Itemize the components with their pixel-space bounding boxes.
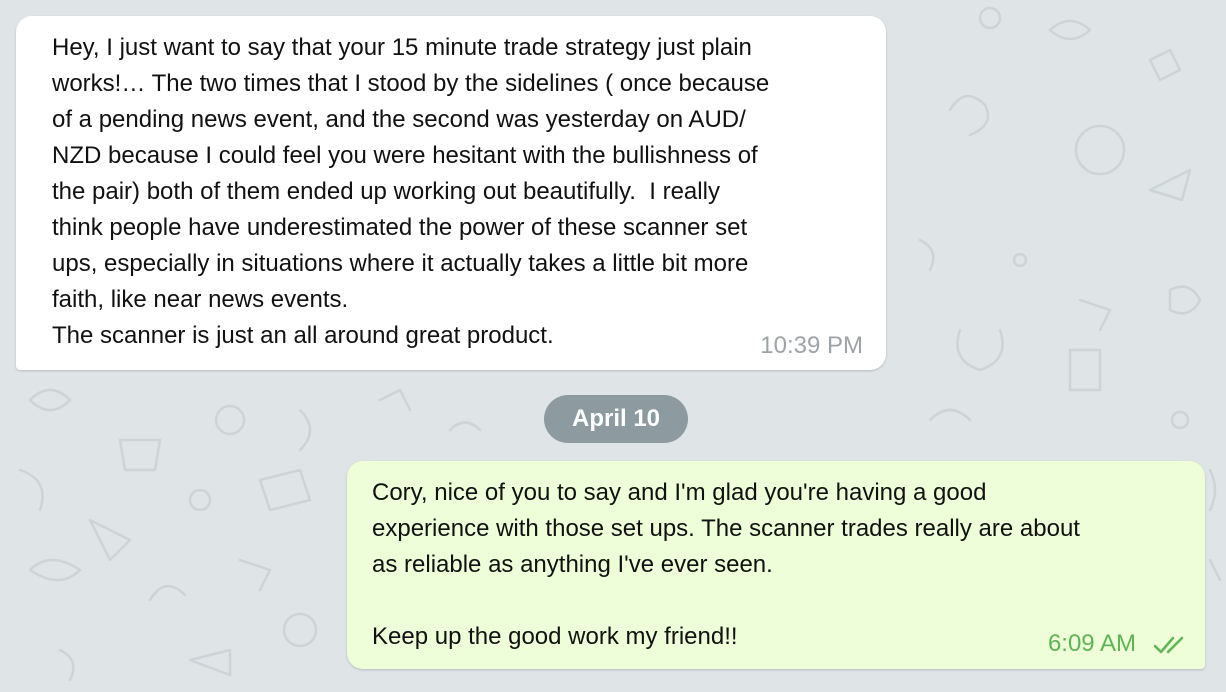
outgoing-message-text: Cory, nice of you to say and I'm glad yo… <box>372 479 1080 650</box>
outgoing-message-bubble[interactable]: Cory, nice of you to say and I'm glad yo… <box>347 461 1205 669</box>
double-check-icon <box>1153 636 1184 654</box>
date-separator: April 10 <box>544 395 688 443</box>
outgoing-message-time: 6:09 AM <box>1047 630 1136 657</box>
incoming-message-time: 10:39 PM <box>760 332 863 359</box>
incoming-message-bubble[interactable]: Hey, I just want to say that your 15 min… <box>16 16 886 370</box>
incoming-message-text: Hey, I just want to say that your 15 min… <box>52 34 770 349</box>
